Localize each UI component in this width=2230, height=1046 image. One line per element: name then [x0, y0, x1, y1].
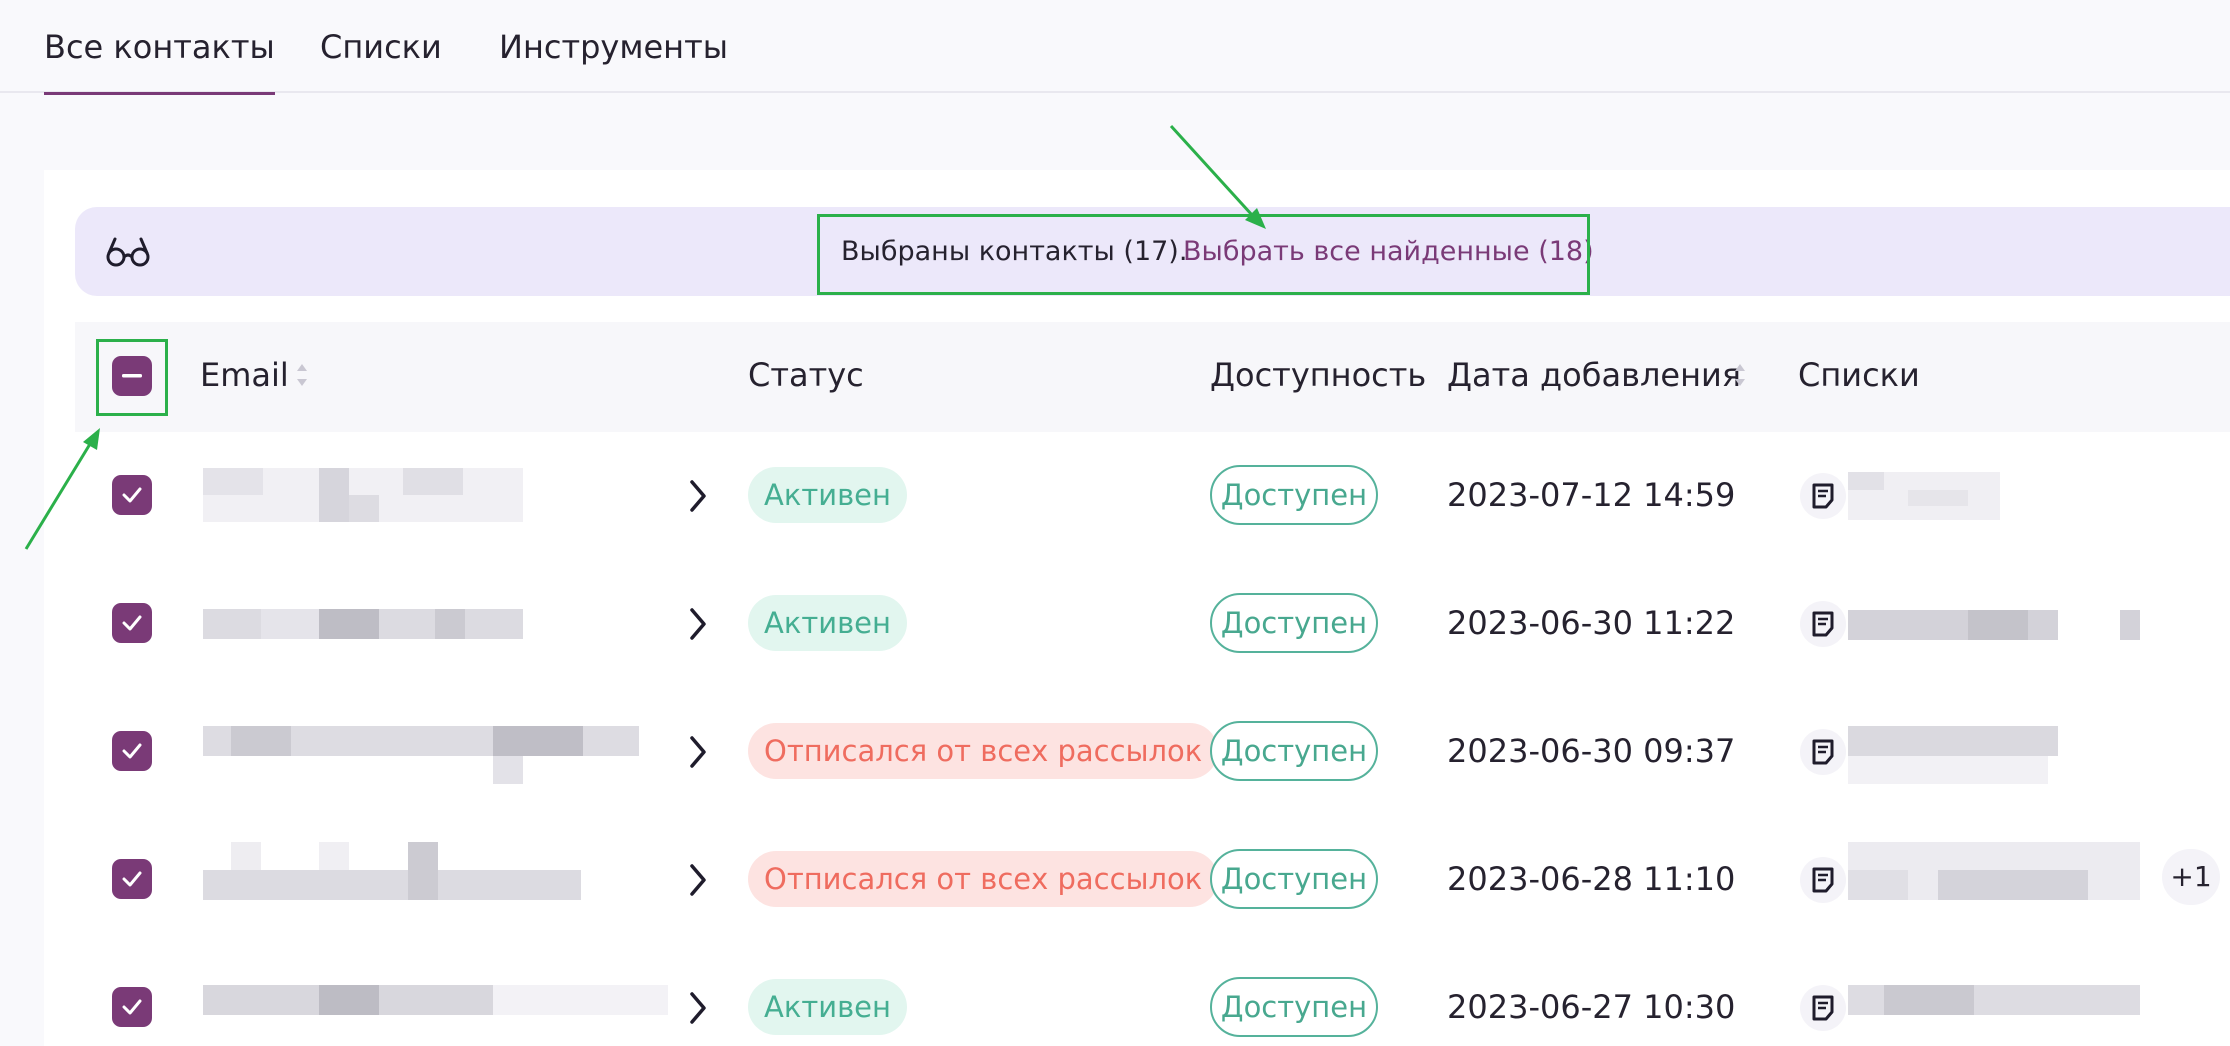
selection-count-text: Выбраны контакты (17). [841, 236, 1188, 267]
email-blurred [203, 726, 639, 784]
availability-badge: Доступен [1210, 977, 1378, 1037]
status-badge: Отписался от всех рассылок [748, 723, 1219, 779]
document-icon [1812, 483, 1834, 509]
contacts-card [44, 170, 2230, 1046]
check-icon [122, 743, 142, 759]
availability-badge: Доступен [1210, 593, 1378, 653]
glasses-icon [106, 237, 150, 267]
check-icon [122, 871, 142, 887]
select-all-found-link[interactable]: Выбрать все найденные (18) [1183, 236, 1594, 267]
check-icon [122, 487, 142, 503]
email-blurred [203, 842, 581, 900]
list-name-blurred [1848, 472, 2000, 520]
column-email[interactable]: Email [200, 356, 289, 394]
list-icon [1800, 857, 1846, 903]
list-name-blurred [1848, 985, 2140, 1015]
document-icon [1812, 995, 1834, 1021]
list-name-blurred [1848, 726, 2058, 784]
row-checkbox[interactable] [112, 731, 152, 771]
sort-date-icon[interactable] [1733, 361, 1747, 389]
chevron-right-icon[interactable] [686, 478, 710, 514]
column-lists: Списки [1798, 356, 1920, 394]
minus-icon [122, 374, 142, 378]
date-added: 2023-06-28 11:10 [1447, 860, 1736, 898]
date-added: 2023-07-12 14:59 [1447, 476, 1736, 514]
email-blurred [203, 609, 523, 639]
document-icon [1812, 867, 1834, 893]
date-added: 2023-06-27 10:30 [1447, 988, 1736, 1026]
availability-badge: Доступен [1210, 849, 1378, 909]
document-icon [1812, 739, 1834, 765]
date-added: 2023-06-30 09:37 [1447, 732, 1736, 770]
row-checkbox[interactable] [112, 475, 152, 515]
status-badge: Активен [748, 467, 907, 523]
column-availability: Доступность [1210, 356, 1427, 394]
row-checkbox[interactable] [112, 859, 152, 899]
list-icon [1800, 601, 1846, 647]
more-lists-badge[interactable]: +1 [2162, 849, 2220, 905]
email-blurred [203, 468, 523, 522]
chevron-right-icon[interactable] [686, 606, 710, 642]
tab-all-contacts[interactable]: Все контакты [44, 28, 275, 95]
row-checkbox[interactable] [112, 603, 152, 643]
date-added: 2023-06-30 11:22 [1447, 604, 1736, 642]
availability-badge: Доступен [1210, 465, 1378, 525]
tab-lists[interactable]: Списки [320, 28, 442, 66]
document-icon [1812, 611, 1834, 637]
chevron-right-icon[interactable] [686, 990, 710, 1026]
chevron-right-icon[interactable] [686, 734, 710, 770]
list-icon [1800, 985, 1846, 1031]
status-badge: Активен [748, 979, 907, 1035]
list-icon [1800, 729, 1846, 775]
sort-email-icon[interactable] [295, 361, 309, 389]
list-name-blurred [1848, 610, 2140, 640]
chevron-right-icon[interactable] [686, 862, 710, 898]
list-icon [1800, 473, 1846, 519]
tabs-bar: Все контакты Списки Инструменты [0, 0, 2230, 95]
row-checkbox[interactable] [112, 987, 152, 1027]
availability-badge: Доступен [1210, 721, 1378, 781]
status-badge: Отписался от всех рассылок [748, 851, 1219, 907]
status-badge: Активен [748, 595, 907, 651]
select-all-checkbox[interactable] [112, 356, 152, 396]
tab-tools[interactable]: Инструменты [499, 28, 728, 66]
check-icon [122, 999, 142, 1015]
list-name-blurred [1848, 842, 2140, 900]
column-date-added[interactable]: Дата добавления [1447, 356, 1741, 394]
column-status: Статус [748, 356, 864, 394]
email-blurred [203, 985, 668, 1025]
check-icon [122, 615, 142, 631]
